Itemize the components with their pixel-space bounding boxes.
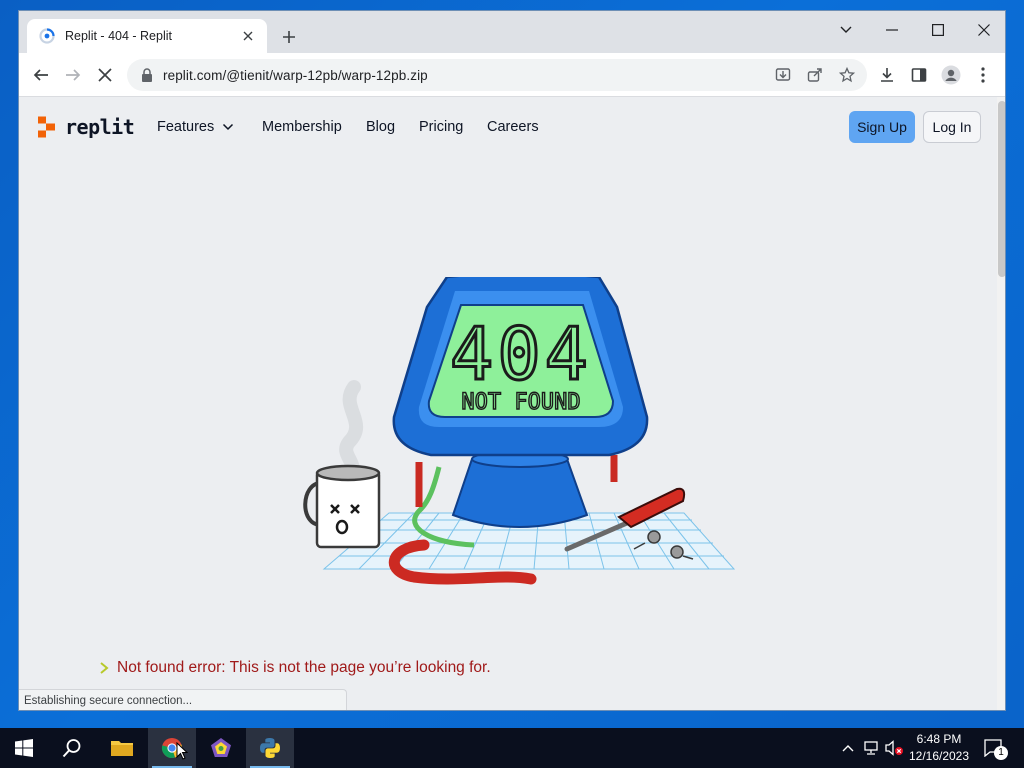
site-header: replit Features Membership Blog Pricing … [19, 97, 997, 159]
show-hidden-icons-chevron-icon[interactable] [838, 738, 858, 758]
error-message-text: Not found error: This is not the page yo… [117, 659, 491, 676]
browser-toolbar: replit.com/@tienit/warp-12pb/warp-12pb.z… [19, 53, 1005, 97]
downloads-icon[interactable] [873, 61, 901, 89]
page-scrollbar[interactable] [997, 97, 1005, 710]
windows-logo-icon [15, 739, 33, 757]
forward-button[interactable] [59, 61, 87, 89]
screen-label: NOT FOUND [461, 390, 580, 415]
close-window-button[interactable] [961, 15, 1005, 45]
screen-digits: 404 [450, 312, 592, 396]
tab-search-icon[interactable] [823, 15, 869, 45]
side-panel-icon[interactable] [905, 61, 933, 89]
address-bar[interactable]: replit.com/@tienit/warp-12pb/warp-12pb.z… [127, 59, 867, 91]
install-app-icon[interactable] [771, 63, 795, 87]
app-pentagon-button[interactable] [197, 728, 245, 768]
browser-tab[interactable]: Replit - 404 - Replit [27, 19, 267, 53]
web-page: replit Features Membership Blog Pricing … [19, 97, 1005, 710]
minimize-button[interactable] [869, 15, 915, 45]
nav-pricing[interactable]: Pricing [419, 119, 463, 135]
pentagon-app-icon [211, 738, 231, 757]
stop-loading-button[interactable] [91, 61, 119, 89]
browser-titlebar: Replit - 404 - Replit [19, 11, 1005, 53]
python-icon [260, 738, 280, 758]
bookmark-star-icon[interactable] [835, 63, 859, 87]
browser-menu-icon[interactable] [969, 61, 997, 89]
tab-title: Replit - 404 - Replit [65, 29, 172, 43]
device-stand [451, 458, 589, 528]
start-button[interactable] [0, 728, 48, 768]
chevron-down-icon [223, 123, 234, 131]
new-tab-button[interactable] [277, 25, 301, 49]
steam-shape [339, 380, 364, 484]
python-app-button[interactable] [246, 728, 294, 768]
notification-count-badge: 1 [994, 746, 1008, 760]
nav-features[interactable]: Features [157, 119, 234, 135]
404-illustration: 404 NOT FOUND [303, 277, 736, 585]
status-bubble: Establishing secure connection... [19, 689, 347, 710]
replit-logo[interactable]: replit [37, 115, 135, 139]
windows-taskbar: 6:48 PM 12/16/2023 1 [0, 728, 1024, 768]
coffee-mug [303, 464, 381, 549]
clock-time: 6:48 PM [916, 732, 962, 746]
volume-muted-icon[interactable] [884, 738, 904, 758]
sign-up-button[interactable]: Sign Up [849, 111, 915, 143]
notification-center-icon[interactable]: 1 [982, 738, 1008, 760]
caret-right-icon [100, 662, 109, 674]
system-clock[interactable]: 6:48 PM 12/16/2023 [904, 731, 974, 765]
search-button[interactable] [48, 728, 96, 768]
error-message: Not found error: This is not the page yo… [99, 659, 491, 677]
browser-window: Replit - 404 - Replit replit.com/@tienit… [18, 10, 1006, 711]
network-icon[interactable] [862, 738, 882, 758]
file-explorer-button[interactable] [98, 728, 146, 768]
search-icon [62, 739, 81, 758]
nav-blog[interactable]: Blog [366, 119, 395, 135]
scrollbar-thumb[interactable] [998, 101, 1005, 277]
folder-icon [111, 741, 133, 756]
maximize-button[interactable] [915, 15, 961, 45]
clock-date: 12/16/2023 [908, 749, 970, 763]
nav-membership[interactable]: Membership [262, 119, 342, 135]
back-button[interactable] [27, 61, 55, 89]
loading-favicon-icon [39, 28, 55, 44]
mouse-cursor-icon [176, 742, 188, 760]
tab-close-icon[interactable] [239, 27, 257, 45]
logo-wordmark: replit [65, 115, 135, 139]
chrome-taskbar-button[interactable] [148, 728, 196, 768]
replit-logo-icon [38, 116, 55, 138]
url-text: replit.com/@tienit/warp-12pb/warp-12pb.z… [163, 67, 428, 83]
nav-features-label: Features [157, 119, 215, 135]
share-icon[interactable] [803, 63, 827, 87]
log-in-button[interactable]: Log In [923, 111, 981, 143]
lock-icon [142, 68, 152, 82]
profile-avatar-icon[interactable] [937, 61, 965, 89]
nav-careers[interactable]: Careers [487, 119, 539, 135]
